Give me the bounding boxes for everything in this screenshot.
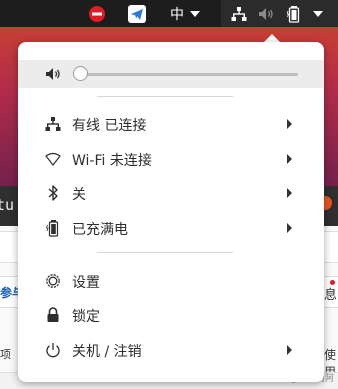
menu-item-lock[interactable]: 锁定 — [18, 298, 324, 332]
menu-item-battery[interactable]: 已充满电 — [18, 211, 324, 245]
top-panel: 中 — [0, 0, 338, 27]
menu-item-label: 关 — [72, 187, 86, 203]
settings-gear-icon — [44, 272, 62, 290]
wired-network-status-icon — [231, 0, 247, 27]
notification-dot — [330, 280, 335, 285]
menu-item-settings[interactable]: 设置 — [18, 264, 324, 298]
wifi-icon — [44, 150, 62, 168]
menu-item-power[interactable]: 关机 / 注销 — [18, 333, 324, 367]
telegram-tray-icon[interactable] — [128, 0, 146, 27]
volume-icon — [45, 66, 61, 86]
volume-row — [18, 60, 324, 88]
menu-item-bluetooth[interactable]: 关 — [18, 176, 324, 210]
input-method-label: 中 — [170, 6, 184, 23]
chevron-right-icon — [287, 154, 292, 164]
page-text-fragment-right: 息 — [324, 288, 338, 303]
menu-item-label: 关机 / 注销 — [72, 344, 142, 360]
menu-item-label: 锁定 — [72, 309, 100, 325]
input-method-menu[interactable]: 中 — [170, 0, 200, 27]
volume-slider-knob[interactable] — [73, 66, 88, 81]
lock-icon — [44, 306, 62, 324]
menu-item-wired[interactable]: 有线 已连接 — [18, 107, 324, 141]
menu-item-label: 设置 — [72, 275, 100, 291]
bluetooth-icon — [44, 184, 62, 202]
menu-item-label: 已充满电 — [72, 222, 128, 238]
menu-item-label: Wi-Fi 未连接 — [72, 153, 152, 169]
system-menu: 有线 已连接 Wi-Fi 未连接 关 已充满电 设置 锁定 关机 / 注销 — [18, 42, 324, 382]
page-text-fragment-left-2: 项 — [0, 348, 11, 361]
wired-network-icon — [44, 115, 62, 133]
chevron-right-icon — [287, 345, 292, 355]
chevron-down-icon — [190, 10, 200, 17]
menu-item-wifi[interactable]: Wi-Fi 未连接 — [18, 142, 324, 176]
chevron-right-icon — [287, 223, 292, 233]
battery-status-icon — [287, 0, 301, 27]
menu-item-label: 有线 已连接 — [72, 118, 147, 134]
no-entry-indicator-icon[interactable] — [88, 0, 106, 27]
separator — [97, 252, 233, 253]
volume-slider-track[interactable] — [80, 73, 298, 76]
terminal-title-fragment: tu — [0, 196, 15, 214]
power-icon — [44, 341, 62, 359]
chevron-right-icon — [287, 188, 292, 198]
battery-charged-icon — [44, 219, 62, 237]
chevron-down-icon — [313, 0, 323, 27]
chevron-right-icon — [287, 119, 292, 129]
volume-muted-status-icon — [258, 0, 274, 27]
separator — [97, 96, 233, 97]
